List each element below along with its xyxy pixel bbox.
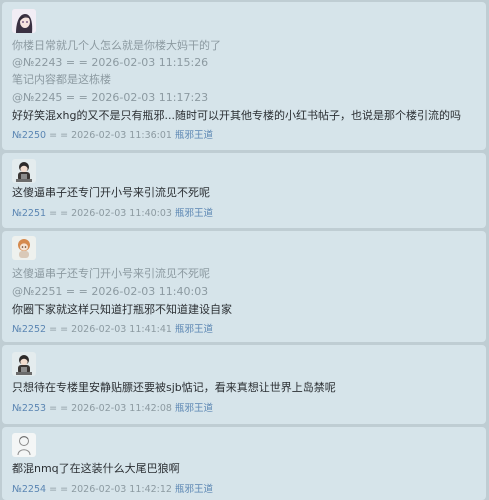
quote-text: 笔记内容都是这栋楼 (12, 73, 111, 86)
meta-separator: = = (49, 324, 69, 335)
post-number-link[interactable]: №2251 (12, 208, 46, 219)
author-name-link[interactable]: 瓶邪王道 (175, 484, 213, 495)
post-timestamp: 2026-02-03 11:40:03 (71, 208, 172, 219)
anime-girl-avatar-icon[interactable] (12, 9, 36, 33)
meta-separator: = = (49, 130, 69, 141)
post-body: 这傻逼串子还专门开小号来引流见不死呢 (12, 186, 210, 199)
post-number-link[interactable]: №2253 (12, 403, 46, 414)
author-name-link[interactable]: 瓶邪王道 (175, 403, 213, 414)
meta-separator: = = (49, 403, 69, 414)
quote-reference-link[interactable]: @№2243 = = 2026-02-03 11:15:26 (12, 55, 208, 71)
chibi-orange-hair-avatar-icon[interactable] (12, 236, 36, 260)
author-name-link[interactable]: 瓶邪王道 (175, 324, 213, 335)
post-body: 你圈下家就这样只知道打瓶邪不知道建设自家 (12, 303, 232, 316)
quote-reference-link[interactable]: @№2245 = = 2026-02-03 11:17:23 (12, 90, 208, 106)
quote-text: 这傻逼串子还专门开小号来引流见不死呢 (12, 267, 210, 280)
post-number-link[interactable]: №2250 (12, 130, 46, 141)
post-card: 只想待在专楼里安静贴膘还要被sjb惦记，看来真想让世界上岛禁呢 №2253 = … (2, 345, 486, 424)
post-timestamp: 2026-02-03 11:36:01 (71, 130, 172, 141)
post-body: 好好笑混xhg的又不是只有瓶邪...随时可以开其他专楼的小红书帖子，也说是那个楼… (12, 109, 461, 122)
post-meta: №2251 = = 2026-02-03 11:40:03 瓶邪王道 (12, 206, 213, 222)
post-meta: №2253 = = 2026-02-03 11:42:08 瓶邪王道 (12, 401, 213, 417)
thread-list: 你楼日常就几个人怎么就是你楼大妈干的了 @№2243 = = 2026-02-0… (0, 0, 489, 500)
post-body: 都混nmq了在这装什么大尾巴狼啊 (12, 462, 180, 475)
post-card: 都混nmq了在这装什么大尾巴狼啊 №2254 = = 2026-02-03 11… (2, 427, 486, 500)
quote-text: 你楼日常就几个人怎么就是你楼大妈干的了 (12, 39, 221, 52)
post-meta: №2252 = = 2026-02-03 11:41:41 瓶邪王道 (12, 322, 213, 338)
post-card: 这傻逼串子还专门开小号来引流见不死呢 @№2251 = = 2026-02-03… (2, 231, 486, 342)
post-number-link[interactable]: №2252 (12, 324, 46, 335)
post-timestamp: 2026-02-03 11:42:08 (71, 403, 172, 414)
post-card: 你楼日常就几个人怎么就是你楼大妈干的了 @№2243 = = 2026-02-0… (2, 2, 486, 150)
post-meta: №2254 = = 2026-02-03 11:42:12 瓶邪王道 (12, 482, 213, 498)
sketch-figure-avatar-icon[interactable] (12, 433, 36, 457)
post-number-link[interactable]: №2254 (12, 484, 46, 495)
post-card: 这傻逼串子还专门开小号来引流见不死呢 №2251 = = 2026-02-03 … (2, 153, 486, 228)
post-body: 只想待在专楼里安静贴膘还要被sjb惦记，看来真想让世界上岛禁呢 (12, 381, 336, 394)
post-timestamp: 2026-02-03 11:41:41 (71, 324, 172, 335)
post-timestamp: 2026-02-03 11:42:12 (71, 484, 172, 495)
meta-separator: = = (49, 484, 69, 495)
meta-separator: = = (49, 208, 69, 219)
quote-reference-link[interactable]: @№2251 = = 2026-02-03 11:40:03 (12, 284, 208, 300)
author-name-link[interactable]: 瓶邪王道 (175, 208, 213, 219)
author-name-link[interactable]: 瓶邪王道 (175, 130, 213, 141)
post-meta: №2250 = = 2026-02-03 11:36:01 瓶邪王道 (12, 128, 213, 144)
chibi-figure-avatar-icon[interactable] (12, 159, 36, 183)
chibi-figure-avatar-icon[interactable] (12, 352, 36, 376)
